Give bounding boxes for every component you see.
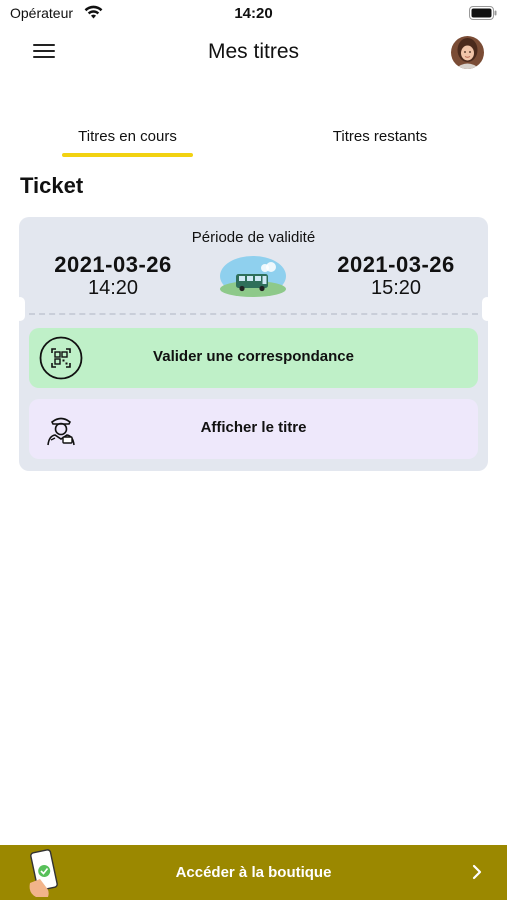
tab-titres-en-cours[interactable]: Titres en cours (62, 128, 193, 145)
active-tab-indicator (62, 153, 193, 157)
start-date: 2021-03-26 (54, 252, 172, 277)
status-bar: Opérateur 14:20 (0, 0, 507, 28)
battery-icon (469, 6, 497, 20)
validate-connection-button[interactable]: Valider une correspondance (29, 328, 478, 388)
bus-icon (220, 256, 286, 297)
shop-label: Accéder à la boutique (175, 864, 332, 881)
page-title: Mes titres (207, 40, 299, 63)
ticket-card: Période de validité 2021-03-26 14:20 202… (15, 217, 492, 471)
show-ticket-button[interactable]: Afficher le titre (29, 399, 478, 459)
validity-label: Période de validité (191, 229, 316, 246)
end-date: 2021-03-26 (337, 252, 455, 277)
nav-bar: Mes titres (0, 28, 507, 78)
start-time: 14:20 (87, 277, 139, 299)
chevron-right-icon (472, 864, 482, 880)
avatar[interactable] (451, 36, 484, 69)
status-time: 14:20 (234, 5, 273, 22)
show-ticket-label: Afficher le titre (200, 419, 307, 436)
ticket-notch-left (15, 297, 25, 321)
ticket-notch-right (482, 297, 492, 321)
shop-button[interactable]: Accéder à la boutique (0, 845, 507, 900)
end-time: 15:20 (370, 277, 422, 299)
tab-bar: Titres en cours Titres restants (0, 120, 507, 160)
tab-titres-restants[interactable]: Titres restants (300, 128, 460, 145)
section-title: Ticket (20, 173, 84, 198)
validate-connection-label: Valider une correspondance (153, 348, 354, 365)
ticket-perforation (29, 313, 478, 315)
